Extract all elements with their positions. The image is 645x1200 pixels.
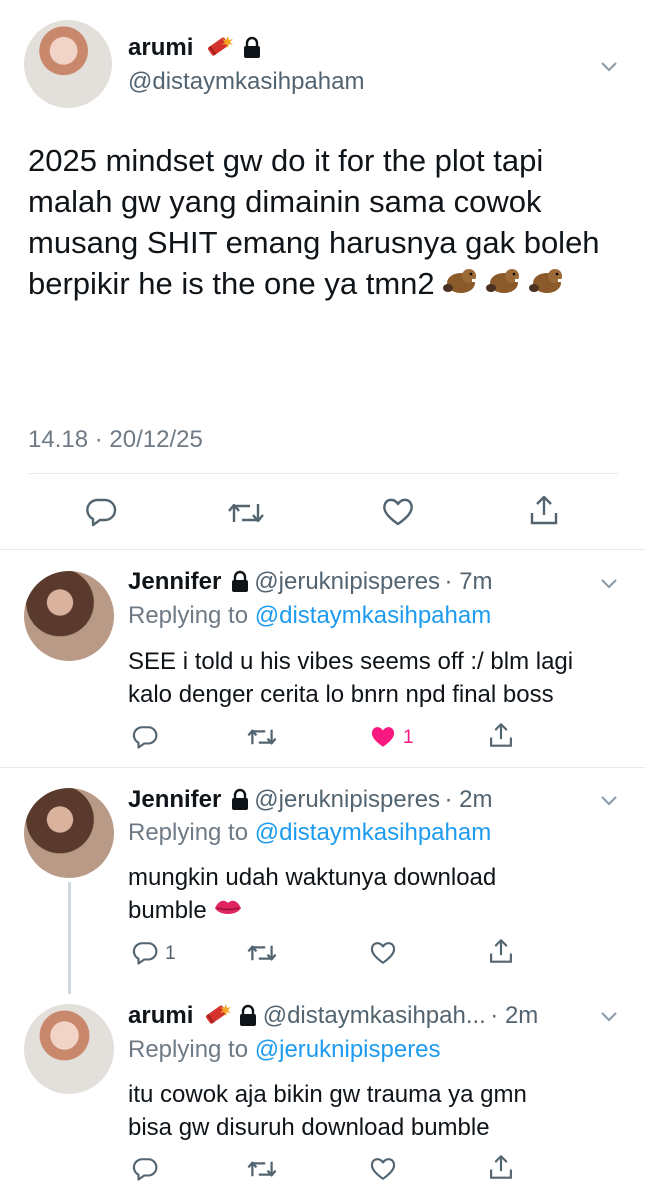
divider	[0, 767, 645, 768]
lips-emoji	[213, 895, 243, 928]
reply-header: arumi @distaymkasihpah... · 2m	[128, 1002, 538, 1035]
reply-text-line-with-emoji: bumble	[128, 894, 628, 928]
reply-author-handle[interactable]: @distaymkasihpah...	[263, 1002, 486, 1029]
main-author-name[interactable]: arumi	[128, 34, 193, 61]
reply-avatar[interactable]	[24, 788, 114, 878]
replying-label: Replying to	[128, 602, 249, 629]
reply-time: · 7m	[444, 568, 493, 595]
thread-line	[68, 882, 71, 994]
lock-icon	[238, 1004, 258, 1033]
chevron-down-icon[interactable]	[597, 788, 621, 812]
reply-text: itu cowok aja bikin gw trauma ya gmn bis…	[128, 1078, 628, 1144]
retweet-icon[interactable]	[226, 498, 266, 528]
share-icon[interactable]	[487, 1153, 515, 1181]
reply-header: Jennifer @jeruknipisperes · 7m	[128, 568, 493, 599]
share-icon[interactable]	[487, 937, 515, 965]
mention-link[interactable]: @distaymkasihpaham	[255, 602, 491, 629]
reply-icon[interactable]	[84, 496, 118, 528]
beaver-emoji	[443, 265, 477, 306]
reply-text-line: SEE i told u his vibes seems off :/ blm …	[128, 648, 574, 675]
reply-text: SEE i told u his vibes seems off :/ blm …	[128, 645, 628, 711]
like-icon[interactable]	[369, 1156, 397, 1182]
reply-author-handle[interactable]: @jeruknipisperes	[254, 786, 440, 813]
reply-text-line: bumble	[128, 897, 207, 924]
share-icon[interactable]	[487, 721, 515, 749]
dynamite-emoji	[204, 34, 234, 67]
like-count: 1	[403, 727, 414, 748]
reply-text-line: mungkin udah waktunya download	[128, 864, 497, 891]
main-author-handle[interactable]: @distaymkasihpaham	[128, 68, 364, 96]
like-icon-filled[interactable]	[369, 724, 397, 750]
reply-avatar[interactable]	[24, 571, 114, 661]
reply-time: · 2m	[444, 786, 493, 813]
reply-time: · 2m	[490, 1002, 539, 1029]
like-icon[interactable]	[381, 496, 415, 528]
lock-icon	[242, 36, 262, 65]
reply-avatar[interactable]	[24, 1004, 114, 1094]
reply-author-name[interactable]: Jennifer	[128, 786, 221, 813]
share-icon[interactable]	[527, 493, 561, 527]
replying-to: Replying to @jeruknipisperes	[128, 1036, 441, 1064]
reply-text-line: bisa gw disuruh download bumble	[128, 1114, 490, 1141]
reply-text-line: kalo denger cerita lo bnrn npd final bos…	[128, 681, 554, 708]
reply-author-name[interactable]: Jennifer	[128, 568, 221, 595]
reply-author-name[interactable]: arumi	[128, 1002, 193, 1029]
lock-icon	[230, 788, 250, 817]
divider	[0, 549, 645, 550]
reply-text-line: itu cowok aja bikin gw trauma ya gmn	[128, 1081, 527, 1108]
reply-icon[interactable]	[131, 940, 159, 966]
dynamite-emoji	[202, 1002, 232, 1035]
reply-count: 1	[165, 943, 176, 964]
chevron-down-icon[interactable]	[597, 54, 621, 78]
chevron-down-icon[interactable]	[597, 571, 621, 595]
retweet-icon[interactable]	[246, 725, 278, 749]
mention-link[interactable]: @distaymkasihpaham	[255, 819, 491, 846]
like-icon[interactable]	[369, 940, 397, 966]
lock-icon	[230, 570, 250, 599]
main-timestamp[interactable]: 14.18 · 20/12/25	[28, 426, 203, 454]
main-author-row: arumi	[128, 34, 262, 67]
retweet-icon[interactable]	[246, 941, 278, 965]
replying-to: Replying to @distaymkasihpaham	[128, 819, 491, 847]
reply-text: mungkin udah waktunya download bumble	[128, 861, 628, 928]
reply-author-handle[interactable]: @jeruknipisperes	[254, 568, 440, 595]
reply-icon[interactable]	[131, 724, 159, 750]
retweet-icon[interactable]	[246, 1157, 278, 1181]
chevron-down-icon[interactable]	[597, 1004, 621, 1028]
beaver-emoji	[528, 265, 563, 306]
replying-label: Replying to	[128, 819, 249, 846]
beaver-emoji	[485, 265, 520, 306]
mention-link[interactable]: @jeruknipisperes	[255, 1036, 441, 1063]
reply-header: Jennifer @jeruknipisperes · 2m	[128, 786, 493, 817]
divider	[28, 473, 618, 474]
replying-to: Replying to @distaymkasihpaham	[128, 602, 491, 630]
reply-icon[interactable]	[131, 1156, 159, 1182]
replying-label: Replying to	[128, 1036, 249, 1063]
main-tweet-text: 2025 mindset gw do it for the plot tapi …	[28, 140, 628, 306]
main-avatar[interactable]	[24, 20, 112, 108]
